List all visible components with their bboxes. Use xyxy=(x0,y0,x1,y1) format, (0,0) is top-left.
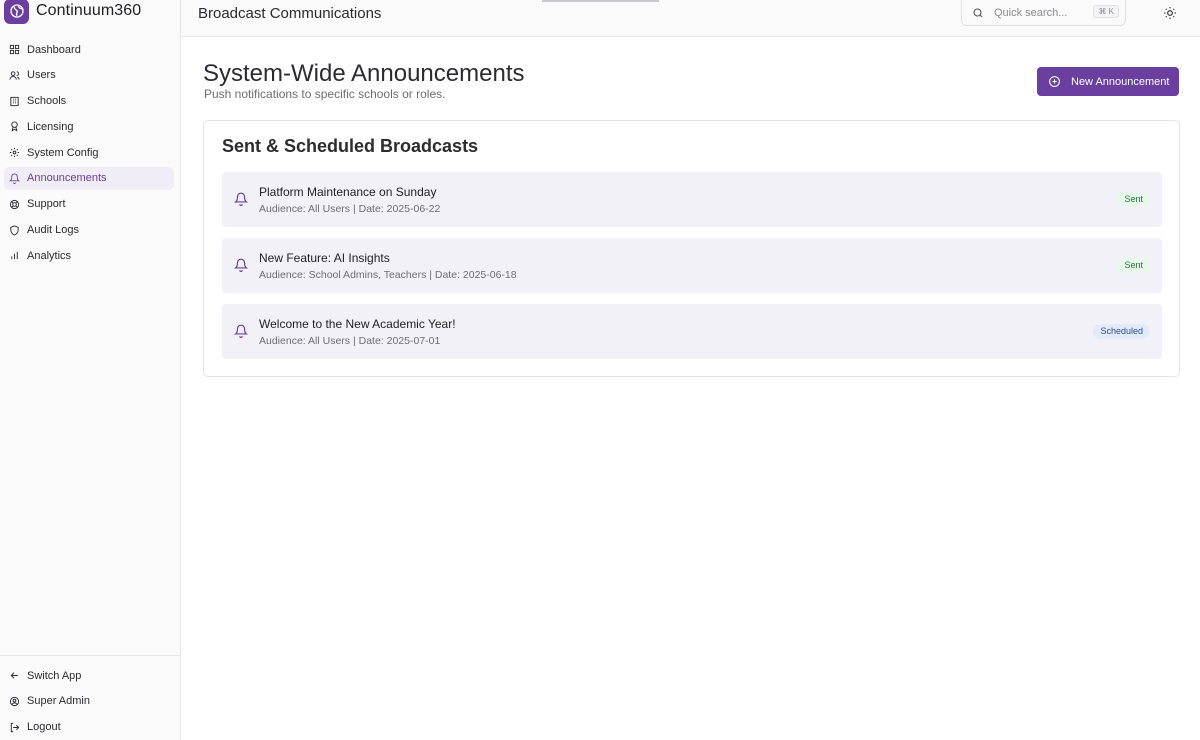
topbar: Broadcast Communications ⌘ K xyxy=(181,0,1200,37)
plus-circle-icon xyxy=(1049,76,1060,87)
bell-icon xyxy=(234,258,248,272)
search-shortcut: ⌘ K xyxy=(1093,5,1119,18)
broadcast-row[interactable]: Platform Maintenance on Sunday Audience:… xyxy=(222,172,1162,227)
bell-icon xyxy=(234,324,248,338)
broadcast-meta: Audience: School Admins, Teachers | Date… xyxy=(259,269,517,281)
search-icon xyxy=(973,7,983,17)
broadcast-title: Welcome to the New Academic Year! xyxy=(259,317,456,331)
search-input[interactable] xyxy=(994,6,1104,19)
sidebar-item-schools[interactable]: Schools xyxy=(4,90,174,113)
users-icon xyxy=(9,71,20,80)
page-subtitle: Push notifications to specific schools o… xyxy=(204,87,446,101)
shield-icon xyxy=(10,225,19,236)
switch-app-label: Switch App xyxy=(27,669,82,682)
award-icon xyxy=(11,121,18,132)
top-indicator xyxy=(542,0,659,2)
sun-icon[interactable] xyxy=(1163,6,1177,20)
sidebar-nav: Dashboard Users Schools Licensing System… xyxy=(4,38,174,270)
sidebar-item-label: Dashboard xyxy=(27,43,81,56)
sidebar-item-label: Analytics xyxy=(27,249,72,262)
page-title: System-Wide Announcements xyxy=(203,60,525,87)
gear-icon xyxy=(9,148,20,158)
sidebar-item-licensing[interactable]: Licensing xyxy=(4,115,174,138)
broadcast-meta: Audience: All Users | Date: 2025-06-22 xyxy=(259,203,441,215)
sidebar-item-label: Audit Logs xyxy=(27,224,79,237)
arrow-left-icon xyxy=(10,672,18,679)
status-badge: Scheduled xyxy=(1093,324,1150,339)
broadcast-row[interactable]: New Feature: AI Insights Audience: Schoo… xyxy=(222,238,1162,293)
sidebar-item-label: Schools xyxy=(27,95,67,108)
broadcast-title: New Feature: AI Insights xyxy=(259,251,390,265)
broadcast-row[interactable]: Welcome to the New Academic Year! Audien… xyxy=(222,304,1162,359)
sidebar-item-system-config[interactable]: System Config xyxy=(4,141,174,164)
lifebuoy-icon xyxy=(9,199,20,209)
sidebar-item-audit-logs[interactable]: Audit Logs xyxy=(4,219,174,242)
sidebar-footer: Switch App Super Admin Logout xyxy=(0,655,180,740)
status-badge: Sent xyxy=(1117,258,1150,273)
logout-icon xyxy=(10,722,20,732)
app-name: Continuum360 xyxy=(36,2,142,19)
sidebar-item-label: Licensing xyxy=(27,120,74,133)
sidebar-item-dashboard[interactable]: Dashboard xyxy=(4,38,174,61)
super-admin-profile[interactable]: Super Admin xyxy=(4,690,180,713)
sidebar-item-users[interactable]: Users xyxy=(4,64,174,87)
quick-search[interactable]: ⌘ K xyxy=(961,0,1126,26)
new-announcement-button[interactable]: New Announcement xyxy=(1037,67,1179,96)
bar-chart-icon xyxy=(11,252,18,260)
user-circle-icon xyxy=(9,696,20,706)
building-icon xyxy=(10,96,19,106)
broadcast-meta: Audience: All Users | Date: 2025-07-01 xyxy=(259,335,441,347)
sidebar-item-label: System Config xyxy=(27,146,99,159)
sidebar: Continuum360 Dashboard Users Schools Lic… xyxy=(0,0,181,740)
sidebar-item-label: Support xyxy=(27,198,66,211)
topbar-title: Broadcast Communications xyxy=(198,5,382,22)
broadcasts-card: Sent & Scheduled Broadcasts Platform Mai… xyxy=(203,120,1180,377)
new-announcement-label: New Announcement xyxy=(1071,75,1170,88)
sidebar-item-label: Announcements xyxy=(27,172,107,185)
sidebar-item-label: Users xyxy=(27,69,56,82)
sidebar-item-announcements[interactable]: Announcements xyxy=(4,166,174,190)
super-admin-label: Super Admin xyxy=(27,695,90,708)
bell-icon xyxy=(234,192,248,206)
sidebar-item-analytics[interactable]: Analytics xyxy=(4,244,174,267)
logout-button[interactable]: Logout xyxy=(4,716,180,739)
status-badge: Sent xyxy=(1117,192,1150,207)
sidebar-item-support[interactable]: Support xyxy=(4,193,174,216)
logout-label: Logout xyxy=(27,721,61,734)
grid-icon xyxy=(9,44,20,55)
switch-app-button[interactable]: Switch App xyxy=(4,664,180,687)
brand[interactable]: Continuum360 xyxy=(4,0,141,26)
globe-icon xyxy=(4,0,29,24)
broadcasts-title: Sent & Scheduled Broadcasts xyxy=(222,136,479,156)
bell-icon xyxy=(9,173,20,184)
broadcast-title: Platform Maintenance on Sunday xyxy=(259,185,437,199)
